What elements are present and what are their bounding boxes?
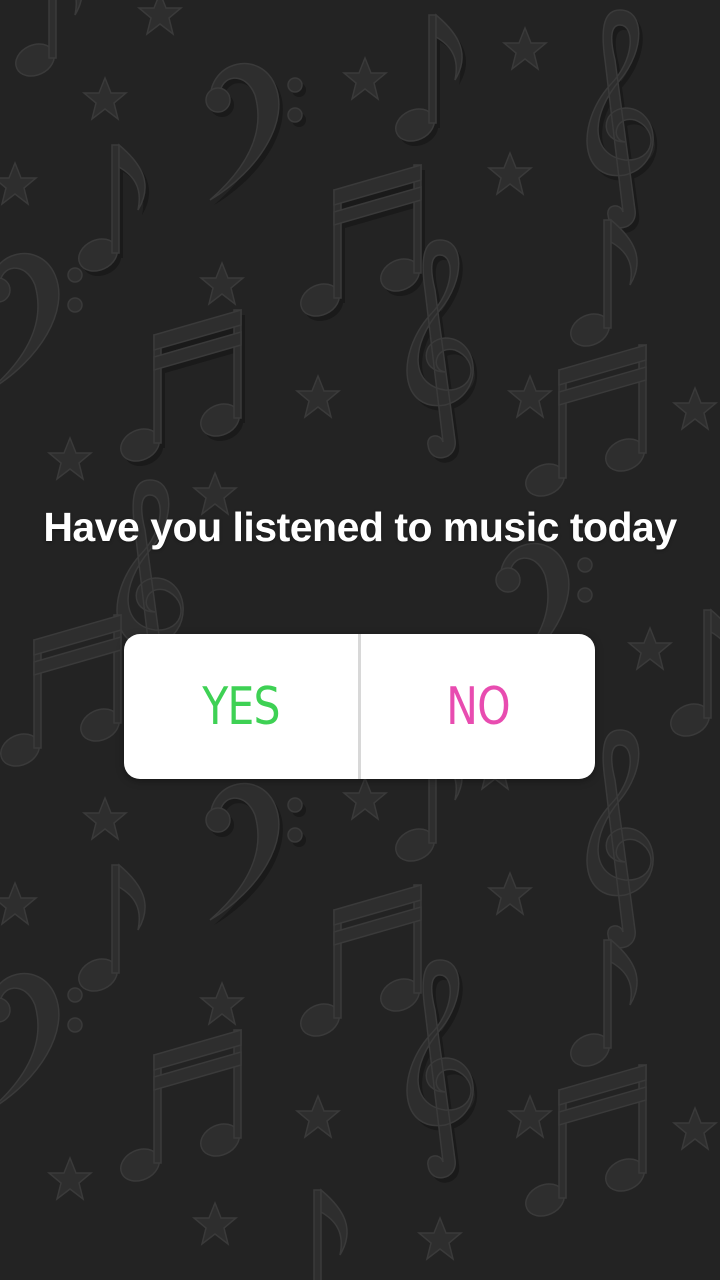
poll-question: Have you listened to music today [43, 504, 677, 550]
poll-divider [358, 634, 361, 779]
poll-sticker: YES NO [124, 634, 595, 779]
poll-option-yes[interactable]: YES [145, 634, 337, 779]
poll-option-no[interactable]: NO [382, 634, 574, 779]
